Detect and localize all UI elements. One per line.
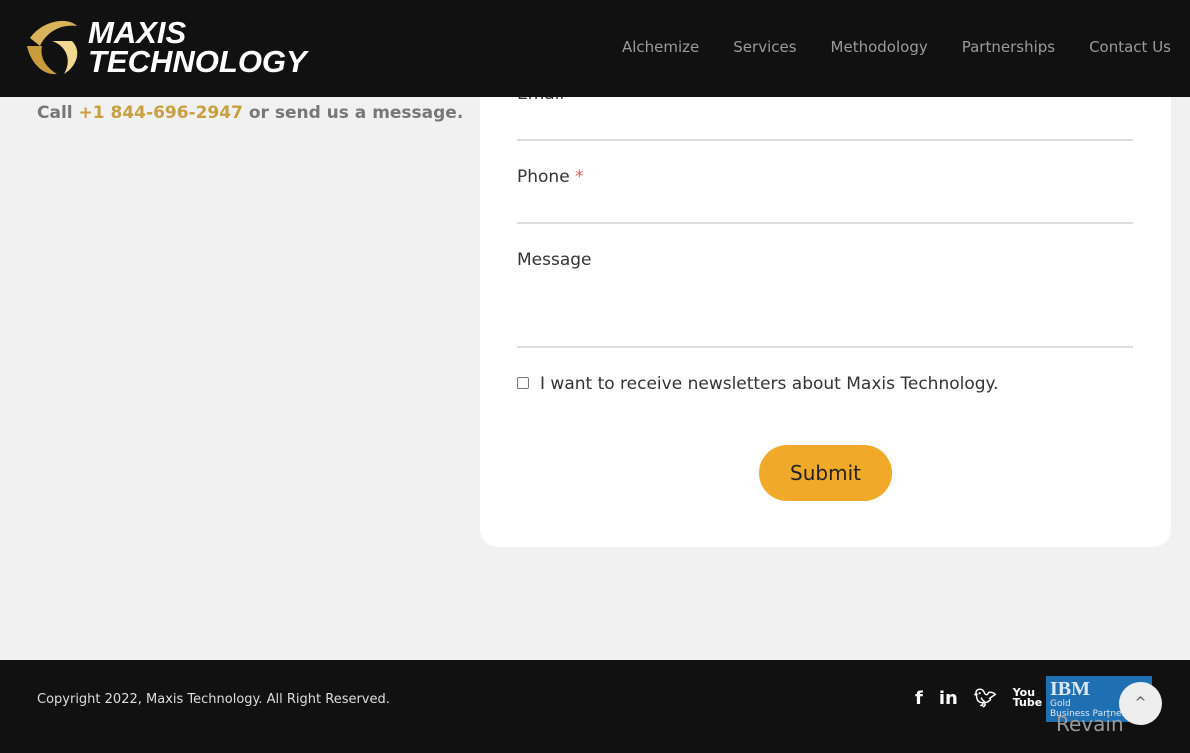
phone-link[interactable]: +1 844-696-2947 [79,103,243,123]
facebook-icon[interactable]: f [915,688,923,709]
call-text: Call +1 844-696-2947 or send us a messag… [37,103,464,123]
phone-label: Phone * [517,167,584,187]
nav-methodology[interactable]: Methodology [831,38,928,56]
message-label: Message [517,250,592,270]
message-textarea[interactable] [517,346,1133,348]
submit-button[interactable]: Submit [759,445,892,501]
phone-field[interactable] [517,222,1133,224]
nav-services[interactable]: Services [733,38,796,56]
nav-alchemize[interactable]: Alchemize [622,38,699,56]
email-field[interactable] [517,139,1133,141]
scroll-to-top-button[interactable]: ^ [1119,682,1162,725]
main-nav: Alchemize Services Methodology Partnersh… [622,38,1171,56]
twitter-icon[interactable]: 🐦︎ [974,688,997,709]
nav-partnerships[interactable]: Partnerships [962,38,1055,56]
nav-contact-us[interactable]: Contact Us [1089,38,1171,56]
linkedin-icon[interactable]: in [939,688,958,709]
youtube-icon[interactable]: You Tube [1013,687,1042,709]
newsletter-label: I want to receive newsletters about Maxi… [540,374,999,394]
social-links: f in 🐦︎ You Tube [915,687,1042,709]
logo[interactable]: MAXIS TECHNOLOGY [22,16,307,78]
site-footer: Copyright 2022, Maxis Technology. All Ri… [0,660,1190,753]
site-header: MAXIS TECHNOLOGY Alchemize Services Metho… [0,0,1190,97]
logo-text: MAXIS TECHNOLOGY [88,15,307,79]
chevron-up-icon: ^ [1134,695,1147,711]
newsletter-checkbox[interactable] [517,377,529,389]
copyright: Copyright 2022, Maxis Technology. All Ri… [37,692,390,707]
revain-watermark: Revain [1056,712,1124,736]
logo-mark-icon [27,20,78,75]
